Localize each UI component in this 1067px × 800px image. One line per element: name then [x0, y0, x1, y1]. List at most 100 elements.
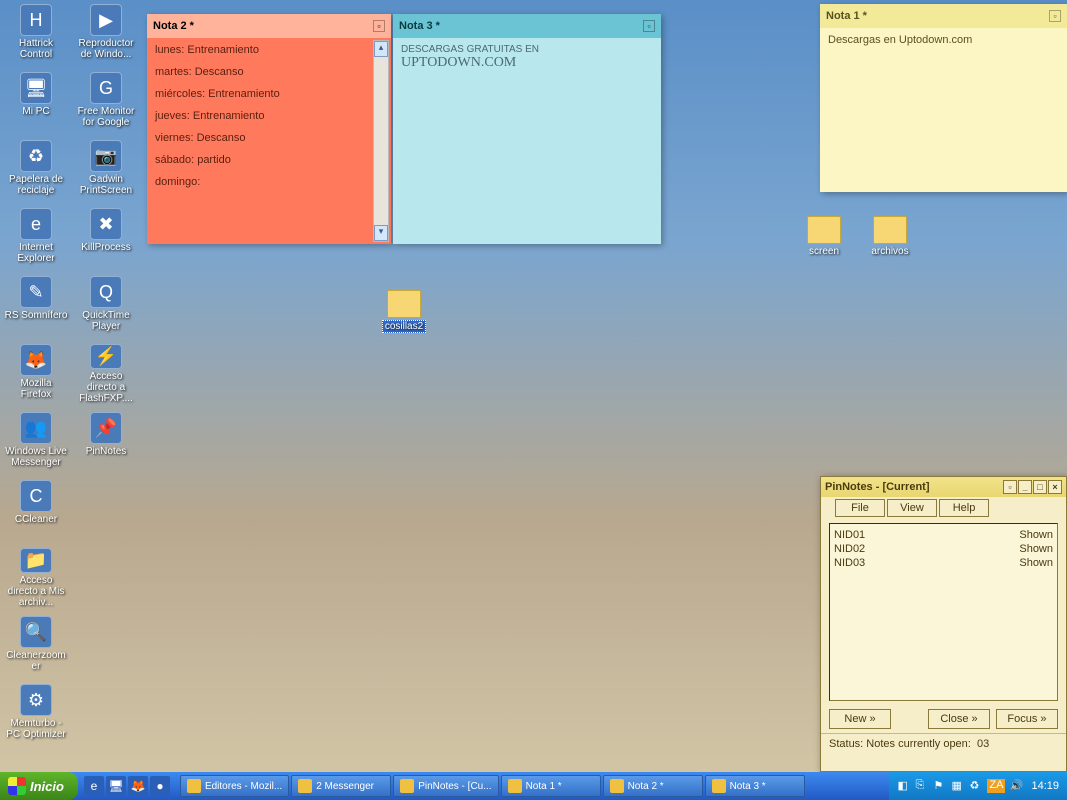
shortcut-icon: 📁: [20, 548, 52, 573]
note-body[interactable]: lunes: Entrenamiento martes: Descanso mi…: [147, 38, 391, 244]
desktop-icon[interactable]: 🔍Cleanerzoomer: [4, 616, 68, 676]
note-body[interactable]: Descargas en Uptodown.com: [820, 28, 1067, 52]
desktop-icon[interactable]: 👥Windows Live Messenger: [4, 412, 68, 472]
start-label: Inicio: [30, 779, 64, 794]
sticky-note-2[interactable]: Nota 2 * ▫ lunes: Entrenamiento martes: …: [147, 14, 391, 244]
note-titlebar[interactable]: Nota 1 * ▫: [820, 4, 1067, 28]
close-note-button[interactable]: Close »: [928, 709, 990, 729]
task-button[interactable]: Nota 3 *: [705, 775, 805, 797]
note-text: DESCARGAS GRATUITAS EN: [401, 44, 539, 55]
task-button[interactable]: 2 Messenger: [291, 775, 391, 797]
note-text-big: UPTODOWN.COM: [401, 55, 516, 70]
tray-icon[interactable]: ⎘: [915, 779, 929, 793]
desktop-icon[interactable]: QQuickTime Player: [74, 276, 138, 336]
tray-icon[interactable]: ⚑: [933, 779, 947, 793]
folder-archivos[interactable]: archivos: [858, 216, 922, 257]
task-icon: [187, 779, 201, 793]
ql-desktop-icon[interactable]: 🖥: [106, 776, 126, 796]
ql-firefox-icon[interactable]: 🦊: [128, 776, 148, 796]
note-titlebar[interactable]: Nota 3 * ▫: [393, 14, 661, 38]
desktop-icon[interactable]: ⚙Memturbo - PC Optimizer: [4, 684, 68, 744]
extra-button[interactable]: ▫: [1003, 480, 1017, 494]
maximize-button[interactable]: □: [1033, 480, 1047, 494]
scrollbar[interactable]: ▴ ▾: [373, 40, 389, 242]
notes-list[interactable]: NID01Shown NID02Shown NID03Shown: [829, 523, 1058, 701]
desktop-icon[interactable]: 📌PinNotes: [74, 412, 138, 472]
system-tray: ◧ ⎘ ⚑ ▦ ♻ ZA 🔊 14:19: [889, 772, 1067, 800]
pinnotes-icon: 📌: [90, 412, 122, 444]
focus-button[interactable]: Focus »: [996, 709, 1058, 729]
desktop-icon[interactable]: 🖥Mi PC: [4, 72, 68, 132]
close-button[interactable]: ×: [1048, 480, 1062, 494]
windows-logo-icon: [8, 777, 26, 795]
folder-screen[interactable]: screen: [792, 216, 856, 257]
desktop-icon[interactable]: 🦊Mozilla Firefox: [4, 344, 68, 404]
tray-icon[interactable]: ♻: [969, 779, 983, 793]
minimize-button[interactable]: _: [1018, 480, 1032, 494]
note-line: jueves: Entrenamiento: [155, 110, 383, 122]
desktop-icon[interactable]: CCCleaner: [4, 480, 68, 540]
task-icon: [610, 779, 624, 793]
note-body[interactable]: DESCARGAS GRATUITAS EN UPTODOWN.COM: [393, 38, 661, 77]
app-icon: 🔍: [20, 616, 52, 648]
close-icon[interactable]: ▫: [1049, 10, 1061, 22]
note-line: sábado: partido: [155, 154, 383, 166]
start-button[interactable]: Inicio: [0, 772, 78, 800]
list-row[interactable]: NID03Shown: [834, 556, 1053, 570]
sticky-note-3[interactable]: Nota 3 * ▫ DESCARGAS GRATUITAS EN UPTODO…: [393, 14, 661, 244]
note-titlebar[interactable]: Nota 2 * ▫: [147, 14, 391, 38]
ql-app-icon[interactable]: ●: [150, 776, 170, 796]
recycle-bin-icon: ♻: [20, 140, 52, 172]
tray-icon[interactable]: ▦: [951, 779, 965, 793]
task-button[interactable]: Nota 1 *: [501, 775, 601, 797]
new-button[interactable]: New »: [829, 709, 891, 729]
task-button[interactable]: Editores - Mozil...: [180, 775, 289, 797]
desktop-icon[interactable]: ⚡Acceso directo a FlashFXP....: [74, 344, 138, 404]
button-row: New » Close » Focus »: [821, 705, 1066, 733]
sticky-note-1[interactable]: Nota 1 * ▫ Descargas en Uptodown.com: [820, 4, 1067, 192]
list-row[interactable]: NID01Shown: [834, 528, 1053, 542]
folder-icon: [807, 216, 841, 244]
desktop-icon[interactable]: ✎RS Somnífero: [4, 276, 68, 336]
tray-icon[interactable]: ◧: [897, 779, 911, 793]
app-icon: H: [20, 4, 52, 36]
note-line: domingo:: [155, 176, 383, 188]
close-icon[interactable]: ▫: [643, 20, 655, 32]
scroll-down-icon[interactable]: ▾: [374, 225, 388, 241]
quicktime-icon: Q: [90, 276, 122, 308]
desktop[interactable]: HHattrick Control 🖥Mi PC ♻Papelera de re…: [0, 0, 1067, 800]
menu-file[interactable]: File: [835, 499, 885, 517]
ql-ie-icon[interactable]: e: [84, 776, 104, 796]
clock[interactable]: 14:19: [1031, 780, 1059, 792]
desktop-icon[interactable]: 📷Gadwin PrintScreen: [74, 140, 138, 200]
tray-volume-icon[interactable]: 🔊: [1009, 779, 1023, 793]
desktop-icon[interactable]: 📁Acceso directo a Mis archiv...: [4, 548, 68, 608]
desktop-icon[interactable]: HHattrick Control: [4, 4, 68, 64]
shortcut-icon: ⚡: [90, 344, 122, 369]
list-row[interactable]: NID02Shown: [834, 542, 1053, 556]
quick-launch: e 🖥 🦊 ●: [78, 776, 176, 796]
pinnotes-window[interactable]: PinNotes - [Current] ▫ _ □ × File View H…: [820, 476, 1067, 772]
desktop-icon[interactable]: ▶Reproductor de Windo...: [74, 4, 138, 64]
status-bar: Status: Notes currently open: 03: [821, 733, 1066, 754]
task-button[interactable]: Nota 2 *: [603, 775, 703, 797]
app-icon: C: [20, 480, 52, 512]
note-line: miércoles: Entrenamiento: [155, 88, 383, 100]
window-titlebar[interactable]: PinNotes - [Current] ▫ _ □ ×: [821, 477, 1066, 497]
folder-icon: [387, 290, 421, 318]
menu-view[interactable]: View: [887, 499, 937, 517]
scroll-up-icon[interactable]: ▴: [374, 41, 388, 57]
desktop-icon[interactable]: eInternet Explorer: [4, 208, 68, 268]
folder-cosillas2[interactable]: cosillas2: [372, 290, 436, 333]
close-icon[interactable]: ▫: [373, 20, 385, 32]
tray-icon[interactable]: ZA: [987, 779, 1005, 793]
status-count: 03: [977, 738, 989, 750]
note-line: lunes: Entrenamiento: [155, 44, 383, 56]
desktop-icon[interactable]: ♻Papelera de reciclaje: [4, 140, 68, 200]
note-title-text: Nota 2 *: [153, 20, 194, 32]
desktop-icon[interactable]: GFree Monitor for Google: [74, 72, 138, 132]
menu-help[interactable]: Help: [939, 499, 989, 517]
note-line: martes: Descanso: [155, 66, 383, 78]
desktop-icon[interactable]: ✖KillProcess: [74, 208, 138, 268]
task-button[interactable]: PinNotes - [Cu...: [393, 775, 498, 797]
